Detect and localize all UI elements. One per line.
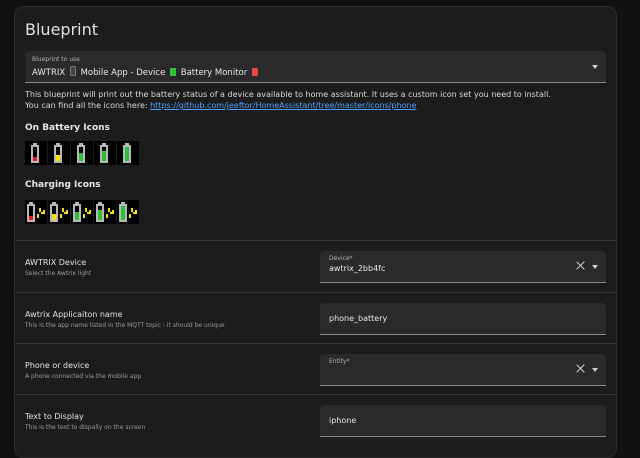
input-row-subtitle: This is the app name listed in the MQTT … [25, 322, 225, 329]
blueprint-select[interactable]: Blueprint to use AWTRIX Mobile App - Dev… [25, 51, 606, 83]
chevron-down-icon[interactable] [592, 368, 598, 372]
clear-icon[interactable] [576, 261, 585, 270]
battery-icons-title: On Battery Icons [25, 123, 110, 133]
battery-low-icon [25, 141, 47, 165]
description-line-2: You can find all the icons here: https:/… [25, 100, 610, 111]
blueprint-value-prefix: AWTRIX [32, 68, 66, 78]
input-field-value: phone_battery [329, 314, 388, 323]
charging-medium-icon [48, 200, 70, 224]
blueprint-value-suffix: Battery Monitor [180, 68, 248, 78]
charging-full-icon [117, 200, 139, 224]
battery-medium-icon [48, 141, 70, 165]
battery-green-icon [170, 68, 177, 76]
blueprint-description: This blueprint will print out the batter… [25, 89, 610, 111]
phone-icon [69, 66, 76, 76]
battery-high-icon [71, 141, 93, 165]
input-field[interactable]: iphone [320, 405, 606, 437]
description-line-1: This blueprint will print out the batter… [25, 90, 551, 99]
row-divider [15, 343, 616, 344]
input-row-subtitle: A phone connected via the mobile app [25, 373, 142, 380]
input-field[interactable]: phone_battery [320, 303, 606, 335]
input-row-subtitle: This is the text to dispally on the scre… [25, 424, 146, 431]
clear-icon[interactable] [576, 364, 585, 373]
battery-full-icon [117, 141, 139, 165]
battery-icons-row [25, 141, 139, 165]
input-row-subtitle: Select the Awtrix light [25, 270, 92, 277]
input-row-title: Awtrix Applicaiton name [25, 310, 123, 319]
input-row-title: Text to Display [25, 412, 84, 421]
chevron-down-icon[interactable] [592, 265, 598, 269]
charging-low-icon [25, 200, 47, 224]
charging-icons-title: Charging Icons [25, 180, 101, 190]
charging-high-icon [71, 200, 93, 224]
input-row-title: AWTRIX Device [25, 258, 87, 267]
input-row-title: Phone or device [25, 361, 90, 370]
description-line-2-prefix: You can find all the icons here: [25, 101, 148, 110]
charging-icons-row [25, 200, 139, 224]
row-divider [15, 394, 616, 395]
blueprint-select-value: AWTRIX Mobile App - Device Battery Monit… [32, 66, 260, 78]
icons-link[interactable]: https://github.com/jeeftor/HomeAssistant… [150, 101, 416, 110]
input-field[interactable]: Entity* [320, 354, 606, 386]
charging-higher-icon [94, 200, 116, 224]
row-divider [15, 240, 616, 241]
input-field-value: iphone [329, 416, 357, 425]
input-field-label: Device* [329, 255, 353, 262]
blueprint-select-label: Blueprint to use [32, 56, 80, 63]
blueprint-card: Blueprint Blueprint to use AWTRIX Mobile… [14, 6, 617, 458]
card-title: Blueprint [25, 20, 98, 39]
row-divider [15, 292, 616, 293]
chevron-down-icon[interactable] [592, 65, 598, 69]
input-field-label: Entity* [329, 358, 350, 365]
battery-higher-icon [94, 141, 116, 165]
blueprint-value-middle: Mobile App - Device [80, 68, 166, 78]
input-field-value: awtrix_2bb4fc [329, 264, 386, 273]
input-field[interactable]: Device* awtrix_2bb4fc [320, 251, 606, 283]
battery-red-icon [251, 68, 258, 76]
